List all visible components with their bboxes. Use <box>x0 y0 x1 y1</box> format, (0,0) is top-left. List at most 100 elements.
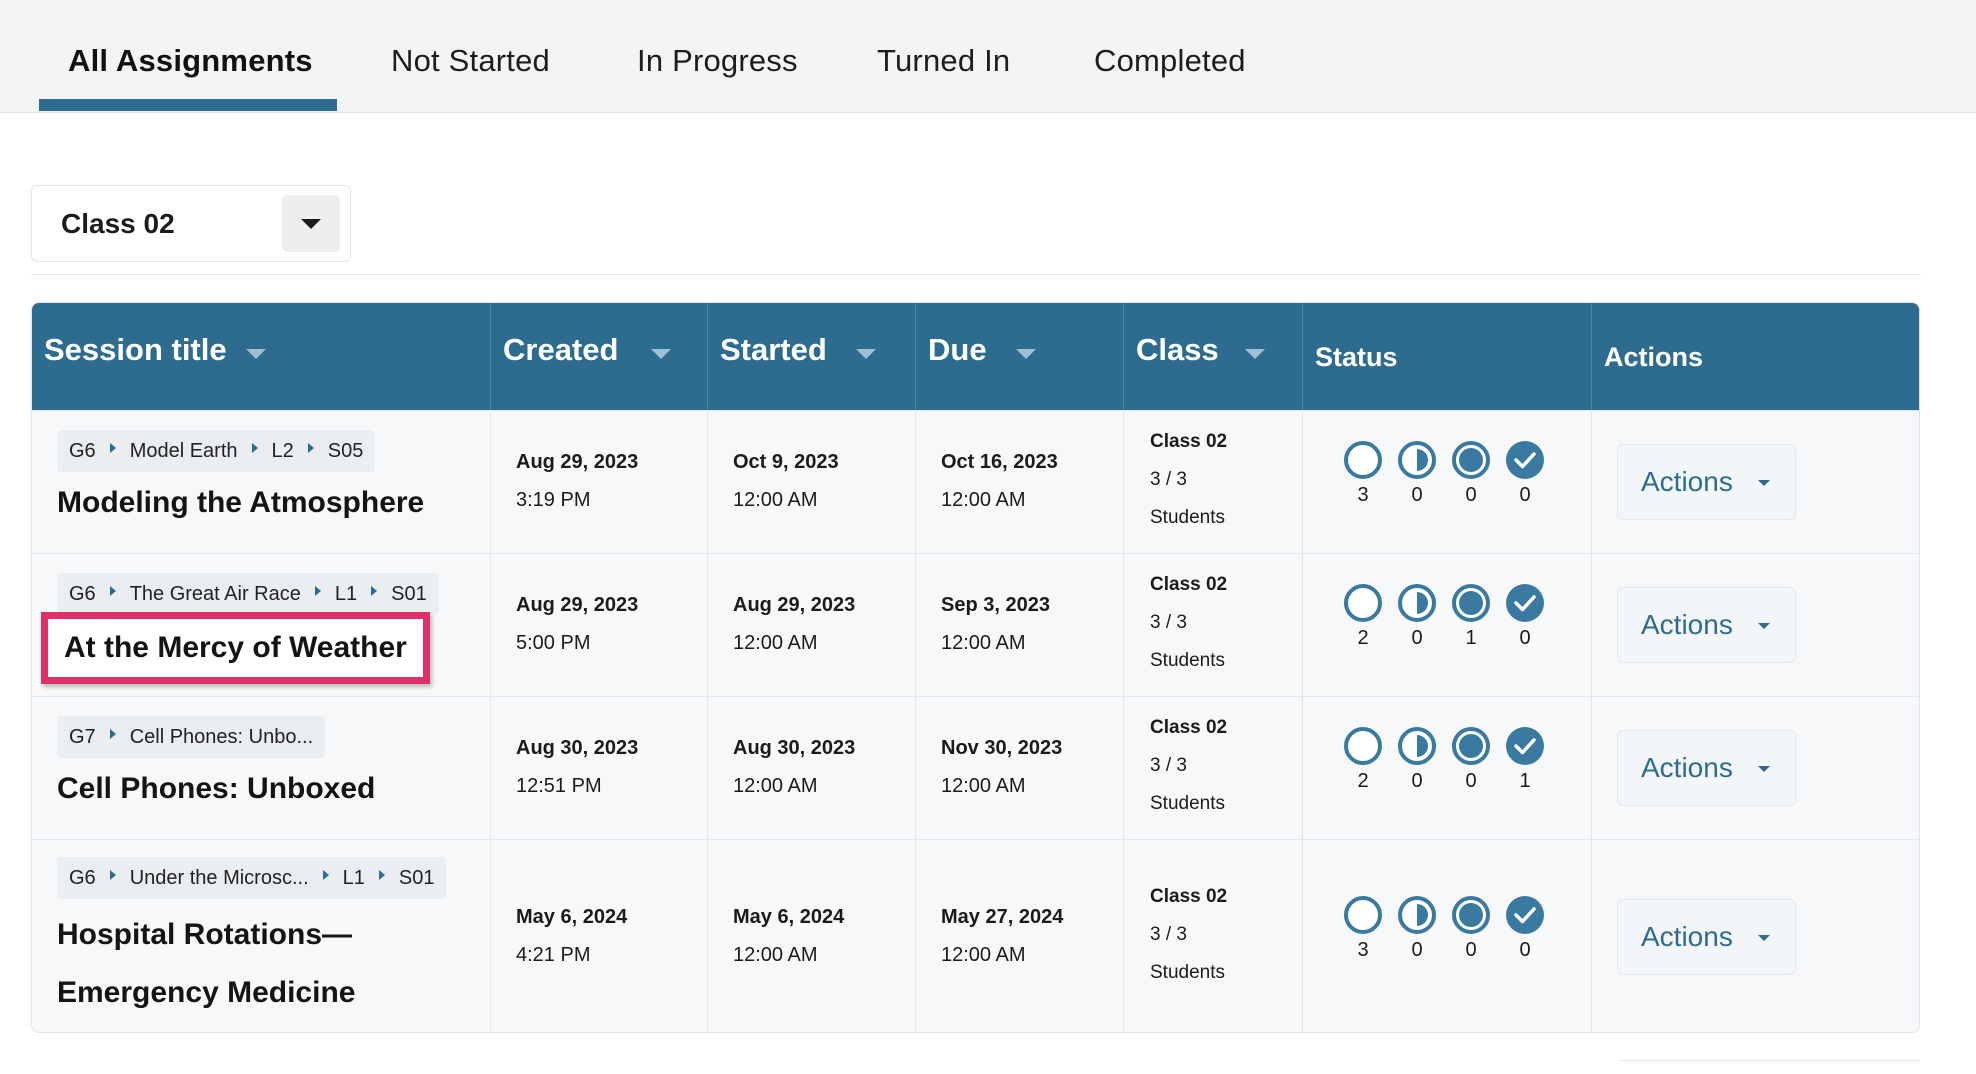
class-name: Class 02 <box>1150 574 1228 595</box>
column-header-label: Class <box>1136 332 1219 367</box>
due-time: 12:00 AM <box>941 489 1026 511</box>
column-header-created[interactable]: Created <box>491 303 708 410</box>
created-time: 4:21 PM <box>516 944 591 966</box>
status-count: 1 <box>1519 770 1531 792</box>
caret-right-icon <box>109 443 116 453</box>
actions-button[interactable]: Actions <box>1617 587 1796 663</box>
started-time: 12:00 AM <box>733 944 818 966</box>
due-date: Nov 30, 2023 <box>941 737 1063 759</box>
divider <box>31 274 1921 275</box>
status-completed: 0 <box>1505 895 1545 962</box>
breadcrumb-item: L1 <box>342 866 365 889</box>
table-row[interactable]: G6 Model Earth L2 S05 Modeling the Atmos… <box>32 410 1919 553</box>
session-title[interactable]: Cell Phones: Unboxed <box>57 760 375 818</box>
chevron-down-icon <box>1758 935 1770 941</box>
class-count: 3 / 3 <box>1150 755 1187 776</box>
cell-status: 3 0 0 0 <box>1303 411 1592 553</box>
cell-created: Aug 30, 2023 12:51 PM <box>491 697 708 839</box>
cell-status: 2 0 0 1 <box>1303 697 1592 839</box>
cell-class: Class 02 3 / 3 Students <box>1124 697 1303 839</box>
circle-filled-icon <box>1452 584 1490 622</box>
session-title-line-2[interactable]: Emergency Medicine <box>57 964 355 1022</box>
due-date: May 27, 2024 <box>941 906 1064 928</box>
cell-due: May 27, 2024 12:00 AM <box>916 840 1124 1032</box>
cell-class: Class 02 3 / 3 Students <box>1124 411 1303 553</box>
cell-actions: Actions <box>1592 697 1919 839</box>
table-row[interactable]: G7 Cell Phones: Unbo... Cell Phones: Unb… <box>32 696 1919 839</box>
session-title[interactable]: At the Mercy of Weather <box>41 612 430 684</box>
class-students-label: Students <box>1150 962 1225 983</box>
status-count: 1 <box>1465 627 1477 649</box>
actions-label: Actions <box>1641 752 1733 783</box>
table-row[interactable]: G6 The Great Air Race L1 S01 At the Merc… <box>32 553 1919 696</box>
column-header-started[interactable]: Started <box>708 303 916 410</box>
created-date: Aug 29, 2023 <box>516 451 639 473</box>
created-date: Aug 30, 2023 <box>516 737 639 759</box>
class-name: Class 02 <box>1150 886 1228 907</box>
status-count: 0 <box>1519 939 1531 961</box>
tab-completed[interactable]: Completed <box>1094 38 1246 84</box>
cell-started: Oct 9, 2023 12:00 AM <box>708 411 916 553</box>
class-students-label: Students <box>1150 793 1225 814</box>
tab-all-assignments[interactable]: All Assignments <box>68 38 313 84</box>
circle-half-icon <box>1398 896 1436 934</box>
started-time: 12:00 AM <box>733 632 818 654</box>
column-header-label: Due <box>928 332 987 367</box>
created-time: 5:00 PM <box>516 632 591 654</box>
breadcrumb-item: S05 <box>327 439 364 462</box>
tab-turned-in[interactable]: Turned In <box>877 38 1010 84</box>
status-in-progress: 0 <box>1397 583 1437 650</box>
class-count: 3 / 3 <box>1150 469 1187 490</box>
sort-icon[interactable] <box>1016 349 1036 359</box>
column-header-due[interactable]: Due <box>916 303 1124 410</box>
pagination[interactable] <box>1620 1060 1920 1074</box>
circle-empty-icon <box>1344 727 1382 765</box>
column-header-label: Status <box>1315 342 1398 372</box>
actions-button[interactable]: Actions <box>1617 899 1796 975</box>
sort-icon[interactable] <box>651 349 671 359</box>
cell-created: Aug 29, 2023 3:19 PM <box>491 411 708 553</box>
due-date: Oct 16, 2023 <box>941 451 1058 473</box>
tab-not-started[interactable]: Not Started <box>391 38 550 84</box>
assignment-tabs: All Assignments Not Started In Progress … <box>0 0 1976 113</box>
started-time: 12:00 AM <box>733 489 818 511</box>
session-title[interactable]: Modeling the Atmosphere <box>57 474 424 532</box>
cell-actions: Actions <box>1592 411 1919 553</box>
started-date: May 6, 2024 <box>733 906 845 928</box>
tab-in-progress[interactable]: In Progress <box>637 38 798 84</box>
sort-icon[interactable] <box>856 349 876 359</box>
status-not-started: 2 <box>1343 726 1383 793</box>
cell-class: Class 02 3 / 3 Students <box>1124 840 1303 1032</box>
sort-icon[interactable] <box>1245 349 1265 359</box>
due-time: 12:00 AM <box>941 775 1026 797</box>
actions-label: Actions <box>1641 466 1733 497</box>
check-circle-icon <box>1506 441 1544 479</box>
breadcrumb: G6 Under the Microsc... L1 S01 <box>57 857 447 899</box>
sort-icon[interactable] <box>246 349 266 359</box>
cell-class: Class 02 3 / 3 Students <box>1124 554 1303 696</box>
cell-session: G7 Cell Phones: Unbo... Cell Phones: Unb… <box>32 697 491 839</box>
status-count: 0 <box>1465 939 1477 961</box>
created-date: Aug 29, 2023 <box>516 594 639 616</box>
actions-button[interactable]: Actions <box>1617 444 1796 520</box>
column-header-label: Started <box>720 332 827 367</box>
table-row[interactable]: G6 Under the Microsc... L1 S01 Hospital … <box>32 839 1919 1032</box>
cell-created: May 6, 2024 4:21 PM <box>491 840 708 1032</box>
breadcrumb-item: Under the Microsc... <box>129 866 309 889</box>
column-header-session-title[interactable]: Session title <box>32 303 491 410</box>
check-circle-icon <box>1506 896 1544 934</box>
actions-button[interactable]: Actions <box>1617 730 1796 806</box>
class-select[interactable]: Class 02 <box>31 185 351 262</box>
session-title-line-1[interactable]: Hospital Rotations— <box>57 906 352 964</box>
actions-label: Actions <box>1641 921 1733 952</box>
started-time: 12:00 AM <box>733 775 818 797</box>
caret-right-icon <box>378 870 385 880</box>
class-select-toggle[interactable] <box>282 195 340 252</box>
circle-half-icon <box>1398 727 1436 765</box>
column-header-class[interactable]: Class <box>1124 303 1303 410</box>
breadcrumb-item: S01 <box>398 866 435 889</box>
status-turned-in: 0 <box>1451 895 1491 962</box>
due-time: 12:00 AM <box>941 944 1026 966</box>
column-header-status: Status <box>1303 303 1592 410</box>
cell-started: Aug 30, 2023 12:00 AM <box>708 697 916 839</box>
